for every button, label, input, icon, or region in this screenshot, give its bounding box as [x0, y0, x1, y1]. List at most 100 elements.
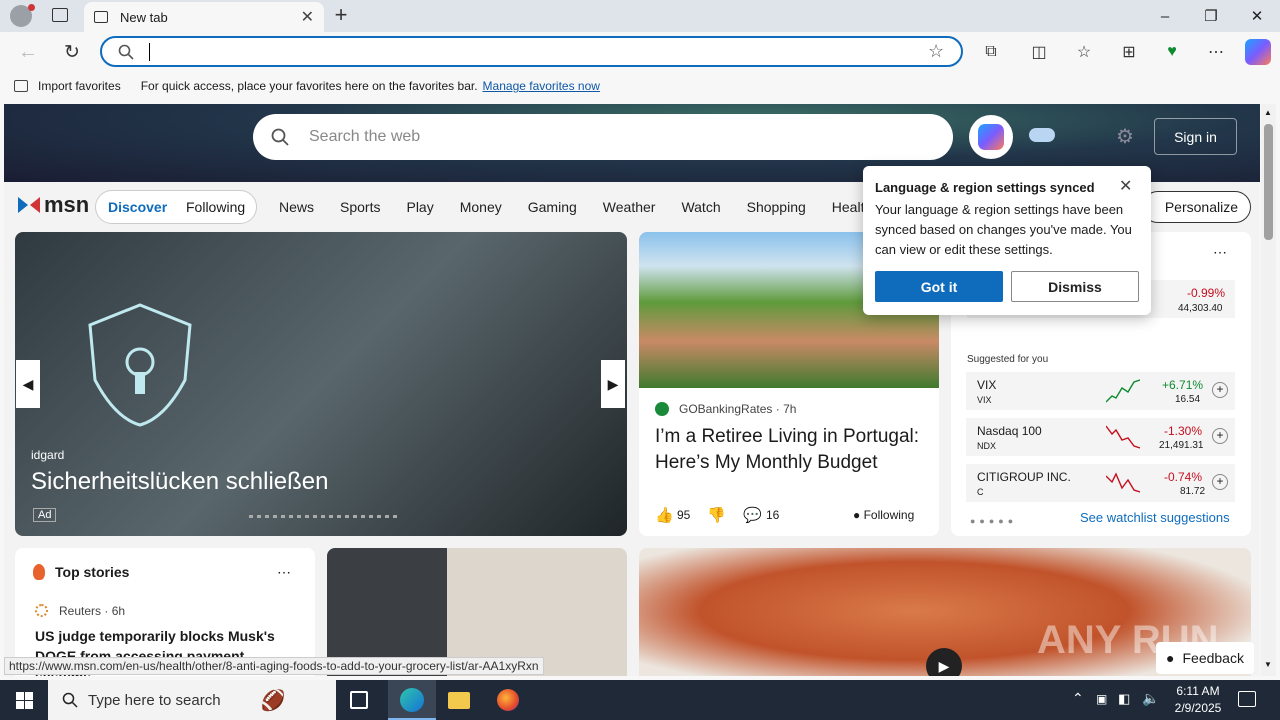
top-index-value: 44,303.40 — [1178, 303, 1223, 314]
favorites-icon[interactable]: ☆ — [1072, 40, 1096, 64]
back-icon[interactable]: ← — [16, 40, 40, 64]
taskbar: Type here to search 🏈 ⌃ ▣ ◧ 🔈 6:11 AM 2/… — [0, 680, 1280, 720]
nav-play[interactable]: Play — [406, 199, 433, 215]
add-stock-button[interactable]: + — [1212, 428, 1228, 444]
tab-actions-icon[interactable] — [52, 8, 68, 22]
dislike-icon[interactable]: 👎 — [707, 506, 726, 524]
like-icon[interactable]: 👍 — [655, 506, 674, 524]
stock-value: 16.54 — [1175, 394, 1201, 405]
clock-date[interactable]: 2/9/2025 — [1168, 701, 1228, 715]
top-stories-more-icon[interactable]: ⋯ — [277, 564, 291, 581]
split-screen-icon[interactable]: ◫ — [1027, 40, 1051, 64]
minimize-button[interactable]: – — [1142, 0, 1188, 32]
popup-close-icon[interactable]: ✕ — [1119, 176, 1132, 196]
see-watchlist-link[interactable]: See watchlist suggestions — [1080, 510, 1230, 525]
watchlist-row-ndx[interactable]: Nasdaq 100 NDX -1.30% 21,491.31 + — [966, 418, 1235, 456]
nav-weather[interactable]: Weather — [603, 199, 656, 215]
feedback-label: Feedback — [1182, 650, 1244, 666]
add-stock-button[interactable]: + — [1212, 382, 1228, 398]
favorite-star-icon[interactable]: ☆ — [928, 41, 944, 62]
file-explorer-icon[interactable] — [448, 692, 470, 709]
restore-button[interactable]: ❐ — [1188, 0, 1234, 32]
carousel-title[interactable]: Sicherheitslücken schließen — [31, 468, 328, 496]
scroll-thumb[interactable] — [1264, 124, 1273, 240]
new-tab-icon — [94, 11, 108, 23]
edge-taskbar-icon[interactable] — [388, 680, 436, 720]
manage-favorites-link[interactable]: Manage favorites now — [483, 79, 600, 93]
personalize-button[interactable]: Personalize — [1142, 191, 1251, 223]
stock-symbol: VIX — [977, 395, 992, 405]
scroll-down-arrow[interactable]: ▼ — [1264, 660, 1272, 669]
watchlist-row-vix[interactable]: VIX VIX +6.71% 16.54 + — [966, 372, 1235, 410]
stock-name: VIX — [977, 378, 997, 392]
suggested-label: Suggested for you — [967, 354, 1049, 365]
extensions-icon[interactable]: ⧉ — [979, 40, 1003, 64]
add-stock-button[interactable]: + — [1212, 474, 1228, 490]
carousel-prev-button[interactable]: ◀ — [16, 360, 40, 408]
windows-start-icon[interactable] — [16, 692, 33, 709]
msn-logo[interactable]: msn — [16, 192, 89, 218]
scroll-up-arrow[interactable]: ▲ — [1264, 108, 1272, 117]
new-tab-button[interactable]: + — [330, 4, 352, 26]
more-menu-icon[interactable]: ⋯ — [1204, 40, 1228, 64]
article-meta: GOBankingRates · 7h — [679, 402, 797, 416]
taskbar-search-box[interactable]: Type here to search 🏈 — [48, 680, 336, 720]
tab-discover[interactable]: Discover — [108, 199, 167, 215]
stock-change: -0.74% — [1164, 470, 1203, 484]
performance-icon[interactable]: ♥ — [1160, 40, 1184, 64]
nav-news[interactable]: News — [279, 199, 314, 215]
sign-in-button[interactable]: Sign in — [1154, 118, 1237, 155]
watchlist-more-icon[interactable]: ⋯ — [1213, 244, 1227, 261]
clock-time[interactable]: 6:11 AM — [1172, 684, 1224, 698]
hero-carousel[interactable]: idgard Sicherheitslücken schließen Ad — [15, 232, 627, 536]
copilot-button[interactable] — [969, 115, 1013, 159]
address-bar[interactable]: ☆ — [100, 36, 963, 67]
tab-new-tab[interactable]: New tab ✕ — [84, 2, 324, 32]
story-source: Reuters — [59, 604, 102, 618]
nav-watch[interactable]: Watch — [681, 199, 720, 215]
volume-icon[interactable]: 🔈 — [1142, 690, 1159, 707]
carousel-next-button[interactable]: ▶ — [601, 360, 625, 408]
following-status[interactable]: ● Following — [853, 508, 914, 522]
wifi-icon[interactable]: ◧ — [1118, 691, 1130, 707]
tray-chevron-icon[interactable]: ⌃ — [1072, 690, 1084, 707]
search-highlight-icon: 🏈 — [260, 689, 286, 712]
tab-following[interactable]: Following — [186, 199, 245, 215]
comment-icon[interactable]: 💬 — [743, 506, 762, 524]
category-nav: News Sports Play Money Gaming Weather Wa… — [279, 199, 898, 215]
article-age: 7h — [783, 402, 797, 416]
sparkline — [1106, 425, 1140, 449]
watchlist-pager-dots[interactable]: ●●●●● — [970, 516, 1017, 526]
settings-gear-icon[interactable]: ⚙ — [1116, 124, 1134, 149]
popup-body: Your language & region settings have bee… — [875, 202, 1132, 257]
feedback-button[interactable]: ● Feedback — [1156, 642, 1254, 674]
watchlist-row-c[interactable]: CITIGROUP INC. C -0.74% 81.72 + — [966, 464, 1235, 502]
task-view-icon[interactable] — [350, 691, 368, 709]
nav-gaming[interactable]: Gaming — [528, 199, 577, 215]
nav-shopping[interactable]: Shopping — [747, 199, 806, 215]
collections-icon[interactable]: ⊞ — [1117, 40, 1141, 64]
dismiss-button[interactable]: Dismiss — [1011, 271, 1139, 302]
web-search-box[interactable]: Search the web — [253, 114, 953, 160]
nav-sports[interactable]: Sports — [340, 199, 380, 215]
carousel-dots[interactable] — [249, 515, 401, 518]
carousel-source: idgard — [31, 448, 65, 462]
got-it-button[interactable]: Got it — [875, 271, 1003, 302]
stock-name: Nasdaq 100 — [977, 424, 1042, 438]
popup-title: Language & region settings synced — [875, 180, 1095, 195]
copilot-icon[interactable] — [1245, 39, 1271, 65]
page-scrollbar[interactable]: ▲ ▼ — [1261, 104, 1276, 676]
close-window-button[interactable]: ✕ — [1234, 0, 1280, 32]
weather-cloud-icon[interactable] — [1029, 128, 1055, 142]
notification-center-icon[interactable] — [1238, 691, 1256, 707]
firefox-icon[interactable] — [497, 689, 519, 711]
import-favorites[interactable]: Import favorites — [38, 79, 121, 93]
network-icon[interactable]: ▣ — [1096, 692, 1107, 706]
close-tab-icon[interactable]: ✕ — [301, 7, 314, 27]
article-title[interactable]: I’m a Retiree Living in Portugal: Here’s… — [655, 424, 931, 476]
stock-change: -1.30% — [1164, 424, 1203, 438]
refresh-icon[interactable]: ↻ — [60, 40, 84, 64]
nav-money[interactable]: Money — [460, 199, 502, 215]
play-button-icon[interactable]: ▶ — [926, 648, 962, 676]
sparkline — [1106, 379, 1140, 403]
